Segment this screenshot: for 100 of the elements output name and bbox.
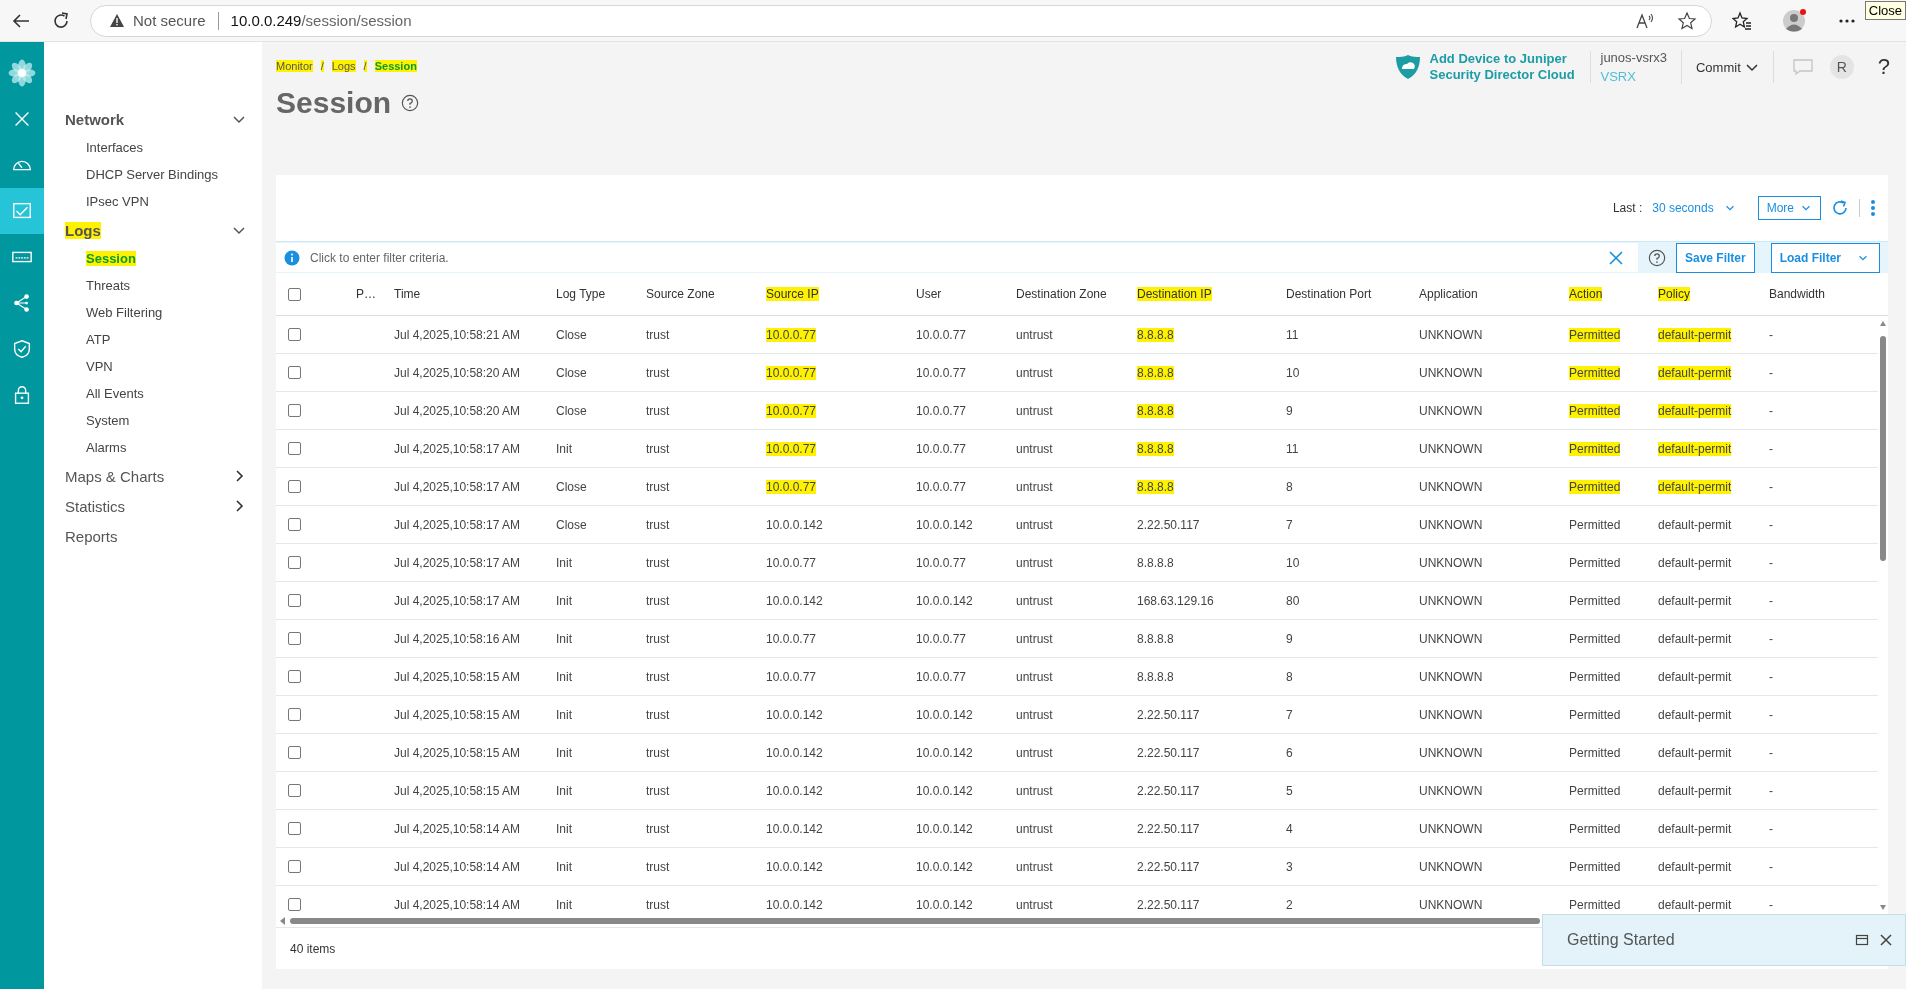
column-header[interactable]: P… xyxy=(356,287,376,301)
table-cell: 10.0.0.77 xyxy=(916,403,967,418)
column-header[interactable]: Bandwidth xyxy=(1769,287,1826,301)
table-cell: untrust xyxy=(1016,859,1053,874)
row-checkbox[interactable] xyxy=(288,670,301,683)
table-cell: Init xyxy=(556,707,572,722)
close-icon[interactable] xyxy=(1879,933,1893,947)
column-header[interactable]: Time xyxy=(394,287,421,301)
column-header[interactable]: Application xyxy=(1419,287,1478,301)
help-icon[interactable] xyxy=(401,94,420,112)
table-cell: Permitted xyxy=(1569,365,1621,380)
nav-item[interactable]: System xyxy=(44,407,262,434)
column-header[interactable]: Source IP xyxy=(766,287,819,301)
help-icon[interactable] xyxy=(1647,248,1666,267)
table-cell: 10.0.0.77 xyxy=(766,403,817,418)
table-cell: Permitted xyxy=(1569,745,1621,760)
filter-input[interactable]: Click to enter filter criteria. xyxy=(308,249,1600,266)
commit-menu[interactable]: Commit xyxy=(1681,51,1774,83)
filter-field[interactable]: Click to enter filter criteria. xyxy=(276,243,1638,272)
star-icon[interactable] xyxy=(1677,10,1697,31)
nav-item[interactable]: IPsec VPN xyxy=(44,188,262,215)
kebab-menu-icon[interactable] xyxy=(1870,199,1876,217)
table-cell: trust xyxy=(646,821,670,836)
table-cell: 7 xyxy=(1286,707,1293,722)
nav-item[interactable]: Web Filtering xyxy=(44,299,262,326)
table-cell: 5 xyxy=(1286,783,1293,798)
user-avatar[interactable]: R xyxy=(1829,55,1854,79)
table-cell: Close xyxy=(556,327,587,342)
row-checkbox[interactable] xyxy=(288,860,301,873)
nav-group[interactable]: Statistics xyxy=(44,491,262,521)
table-cell: untrust xyxy=(1016,669,1053,684)
column-header[interactable]: Destination Port xyxy=(1286,287,1372,301)
refresh-icon[interactable] xyxy=(1831,199,1849,217)
table-cell: 10 xyxy=(1286,555,1300,570)
row-checkbox[interactable] xyxy=(288,328,301,341)
minimize-icon[interactable] xyxy=(1855,933,1869,947)
table-cell: untrust xyxy=(1016,593,1053,608)
row-checkbox[interactable] xyxy=(288,594,301,607)
table-cell: trust xyxy=(646,403,670,418)
nav-item[interactable]: Interfaces xyxy=(44,134,262,161)
row-checkbox[interactable] xyxy=(288,784,301,797)
table-cell: Init xyxy=(556,669,572,684)
table-cell: 10.0.0.142 xyxy=(916,783,973,798)
select-all-checkbox[interactable] xyxy=(288,287,301,301)
nav-group[interactable]: Network xyxy=(44,104,262,134)
nav-group[interactable]: Logs xyxy=(44,215,262,245)
table-cell: Jul 4,2025,10:58:15 AM xyxy=(394,669,521,684)
row-checkbox[interactable] xyxy=(288,518,301,531)
favorites-icon[interactable] xyxy=(1732,10,1752,31)
nav-item[interactable]: ATP xyxy=(44,326,262,353)
row-checkbox[interactable] xyxy=(288,898,301,911)
row-checkbox[interactable] xyxy=(288,746,301,759)
row-checkbox[interactable] xyxy=(288,822,301,835)
shield-cloud-icon[interactable] xyxy=(1393,53,1422,81)
nav-item[interactable]: VPN xyxy=(44,353,262,380)
row-checkbox[interactable] xyxy=(288,480,301,493)
more-button[interactable]: More xyxy=(1757,196,1821,220)
row-checkbox[interactable] xyxy=(288,632,301,645)
row-checkbox[interactable] xyxy=(288,442,301,455)
column-header[interactable]: Log Type xyxy=(556,287,606,301)
profile-icon[interactable] xyxy=(1782,7,1808,34)
clear-icon[interactable] xyxy=(1607,249,1624,266)
table-cell: - xyxy=(1769,593,1773,608)
nav-item[interactable]: Threats xyxy=(44,272,262,299)
more-icon[interactable] xyxy=(1838,17,1856,24)
table-cell: UNKNOWN xyxy=(1419,631,1483,646)
column-header[interactable]: Policy xyxy=(1658,287,1690,301)
flower-logo-icon xyxy=(8,59,36,87)
row-checkbox[interactable] xyxy=(288,404,301,417)
table-cell: untrust xyxy=(1016,365,1053,380)
getting-started-panel[interactable]: Getting Started xyxy=(1542,914,1906,966)
url-host: 10.0.0.249 xyxy=(230,12,302,29)
nav-item[interactable]: DHCP Server Bindings xyxy=(44,161,262,188)
table-cell: 2.22.50.117 xyxy=(1137,517,1200,532)
table-cell: trust xyxy=(646,479,670,494)
table-cell: 10.0.0.142 xyxy=(766,517,823,532)
breadcrumb-link[interactable]: Monitor xyxy=(276,60,313,72)
nav-item[interactable]: All Events xyxy=(44,380,262,407)
shield-icon[interactable] xyxy=(11,338,33,360)
save-filter-button[interactable]: Save Filter xyxy=(1675,242,1755,273)
column-header[interactable]: Source Zone xyxy=(646,287,715,301)
column-header[interactable]: User xyxy=(916,287,942,301)
nav-group[interactable]: Maps & Charts xyxy=(44,461,262,491)
row-checkbox[interactable] xyxy=(288,708,301,721)
table-cell: default-permit xyxy=(1658,859,1732,874)
address-bar[interactable]: Not secure 10.0.0.249/session/session xyxy=(90,4,1712,37)
time-range-value[interactable]: 30 seconds xyxy=(1652,201,1714,215)
table-cell: 10.0.0.142 xyxy=(766,745,823,760)
row-checkbox[interactable] xyxy=(288,366,301,379)
column-header[interactable]: Destination Zone xyxy=(1016,287,1107,301)
help-link[interactable]: ? xyxy=(1877,54,1890,80)
row-checkbox[interactable] xyxy=(288,556,301,569)
table-cell: 10.0.0.77 xyxy=(916,327,967,342)
nav-group[interactable]: Reports xyxy=(44,521,262,551)
table-cell: - xyxy=(1769,783,1773,798)
nav-item[interactable]: Alarms xyxy=(44,434,262,461)
table-cell: 6 xyxy=(1286,745,1293,760)
column-header[interactable]: Action xyxy=(1569,287,1603,301)
column-header[interactable]: Destination IP xyxy=(1137,287,1212,301)
breadcrumb-link[interactable]: Logs xyxy=(331,60,356,72)
